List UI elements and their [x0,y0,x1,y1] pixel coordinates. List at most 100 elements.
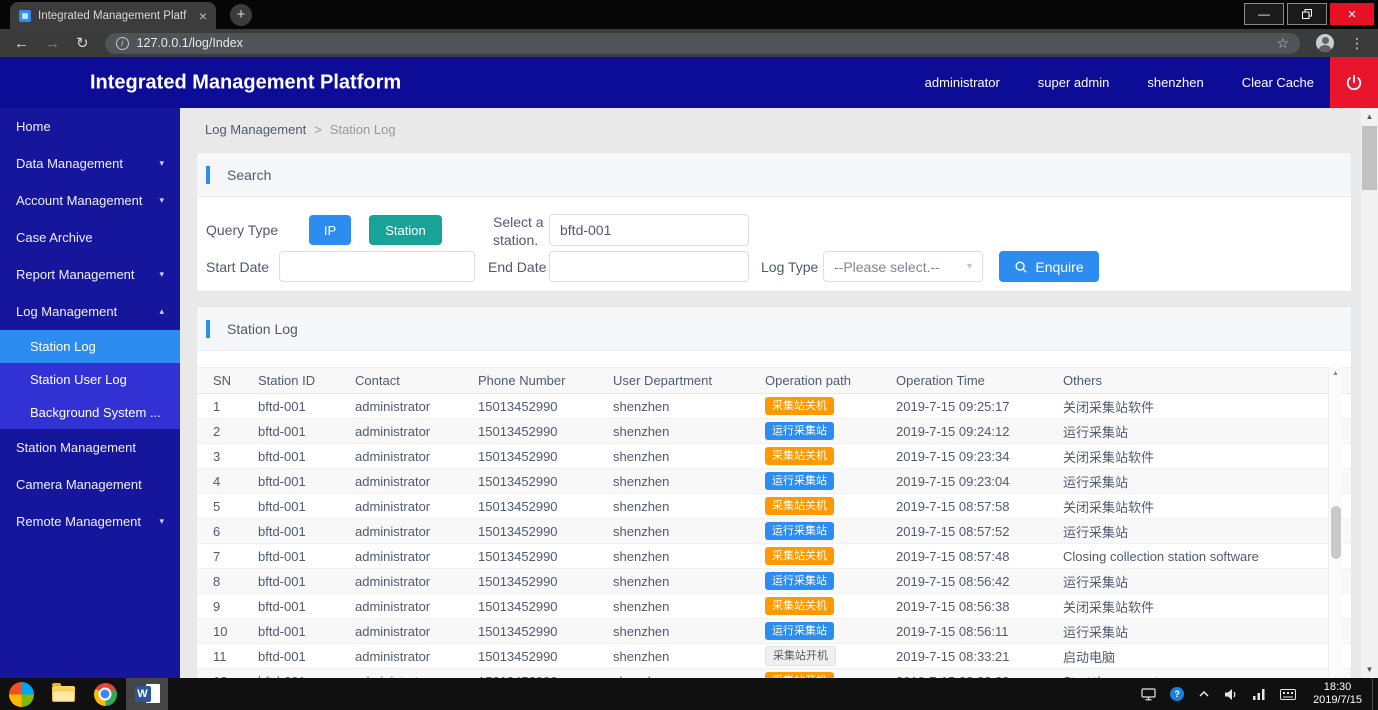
scroll-up-arrow[interactable]: ▲ [1361,108,1378,125]
table-scroll-up-arrow[interactable]: ▲ [1329,370,1342,377]
power-icon [1346,74,1362,90]
enquire-button[interactable]: Enquire [999,251,1099,282]
log-table: SN Station ID Contact Phone Number User Depa… [197,367,1351,678]
cell-others: 运行采集站 [1063,424,1129,440]
cell-operation-path: 采集站关机 [765,597,896,615]
tray-keyboard-button[interactable] [1273,678,1303,710]
page-scrollbar-thumb[interactable] [1362,126,1377,190]
cell-phone-number: 15013452990 [478,523,558,539]
tab-title: Integrated Management Platf [38,9,187,22]
browser-tab[interactable]: Integrated Management Platf × [10,2,216,29]
cell-operation-time: 2019-7-15 08:57:52 [896,523,1010,539]
taskbar-chrome-button[interactable] [84,678,126,710]
folder-icon [51,683,75,702]
page-scrollbar[interactable]: ▲ ▼ [1361,108,1378,678]
sidebar-item-home[interactable]: Home [0,108,180,145]
help-icon: ? [1170,687,1185,701]
browser-menu-icon[interactable]: ⋮ [1350,35,1364,52]
forward-button[interactable]: → [45,36,60,51]
table-row-3: 3 bftd-001 administrator 15013452990 shenzhe… [197,444,1351,469]
profile-avatar-icon[interactable] [1316,34,1334,52]
cell-contact: administrator [355,548,431,564]
tab-close-icon[interactable]: × [199,9,207,23]
sidebar-subitem-background-system[interactable]: Background System ... [0,396,180,429]
header-link-clear-cache[interactable]: Clear Cache [1242,75,1314,90]
cell-operation-path: 采集站关机 [765,497,896,515]
address-bar[interactable]: i 127.0.0.1/log/Index ☆ [104,32,1300,54]
end-date-input[interactable] [549,251,749,282]
sidebar-item-report-management[interactable]: Report Management ▾ [0,256,180,293]
sidebar-item-camera-management[interactable]: Camera Management [0,466,180,503]
close-button[interactable]: × [1330,3,1374,25]
ip-button[interactable]: IP [309,215,351,245]
header-link-super-admin[interactable]: super admin [1038,75,1110,90]
tray-volume-button[interactable] [1217,678,1246,710]
browser-titlebar: Integrated Management Platf × + — × [0,0,1378,29]
system-tray: ? 18:30 2019/7/15 [1134,678,1378,710]
header-link-shenzhen[interactable]: shenzhen [1147,75,1203,90]
select-station-label: Select a station. [493,214,544,248]
table-scrollbar-thumb[interactable] [1331,506,1341,559]
cell-station-id: bftd-001 [258,598,306,614]
sidebar-item-case-archive[interactable]: Case Archive [0,219,180,256]
cell-operation-time: 2019-7-15 08:57:58 [896,498,1010,514]
volume-icon [1225,688,1236,700]
query-type-label: Query Type [206,222,279,238]
chevron-up-icon: ▴ [159,306,164,316]
cell-contact: administrator [355,398,431,414]
logout-power-button[interactable] [1330,57,1378,108]
sidebar-subitem-station-user-log[interactable]: Station User Log [0,363,180,396]
station-input[interactable] [549,214,749,246]
bookmark-star-icon[interactable]: ☆ [1276,35,1289,52]
cell-user-department: shenzhen [613,548,670,564]
tray-monitor-button[interactable] [1134,678,1163,710]
start-date-input[interactable] [279,251,475,282]
restore-icon [1302,9,1312,19]
breadcrumb-current: Station Log [329,121,396,137]
minimize-button[interactable]: — [1244,3,1284,25]
back-button[interactable]: ← [14,36,29,51]
cell-contact: administrator [355,598,431,614]
column-header-contact: Contact [355,373,400,388]
cell-others: 启动电脑 [1063,649,1116,665]
sidebar-item-account-management[interactable]: Account Management ▾ [0,182,180,219]
cell-phone-number: 15013452990 [478,623,558,639]
table-scrollbar[interactable]: ▲ [1328,367,1342,678]
header-link-administrator[interactable]: administrator [925,75,1000,90]
hidden-icons-button[interactable] [1191,678,1217,710]
word-icon: W [134,684,160,704]
sidebar-item-label: Account Management [16,193,143,208]
sidebar-item-data-management[interactable]: Data Management ▾ [0,145,180,182]
scroll-down-arrow[interactable]: ▼ [1361,661,1378,678]
new-tab-button[interactable]: + [230,4,252,26]
cell-others: 关闭采集站软件 [1063,599,1155,615]
sidebar-item-remote-management[interactable]: Remote Management ▾ [0,503,180,540]
sidebar-item-log-management[interactable]: Log Management ▴ [0,293,180,330]
cell-phone-number: 15013452990 [478,448,558,464]
operation-badge: 运行采集站 [765,572,834,590]
taskbar-word-button[interactable]: W [126,678,168,710]
network-icon [1253,689,1265,700]
sidebar-item-station-management[interactable]: Station Management [0,429,180,466]
start-button[interactable] [0,678,42,710]
restore-button[interactable] [1287,3,1327,25]
sidebar-item-label: Camera Management [16,477,142,492]
monitor-icon [1141,687,1156,700]
taskbar-clock[interactable]: 18:30 2019/7/15 [1303,681,1372,707]
cell-sn: 3 [213,448,221,464]
sidebar-subitem-station-log[interactable]: Station Log [0,330,180,363]
refresh-button[interactable]: ↻ [76,36,89,51]
taskbar-file-explorer-button[interactable] [42,678,84,710]
log-type-select[interactable]: --Please select.-- ▾ [823,251,983,282]
start-date-label: Start Date [206,259,270,275]
cell-operation-time: 2019-7-15 08:56:42 [896,573,1010,589]
sidebar-item-label: Remote Management [16,514,142,529]
station-button[interactable]: Station [369,215,442,245]
cell-operation-path: 采集站开机 [765,646,896,666]
show-desktop-button[interactable] [1372,678,1378,710]
tray-help-button[interactable]: ? [1163,678,1191,710]
cell-station-id: bftd-001 [258,623,306,639]
tray-network-button[interactable] [1246,678,1273,710]
site-info-icon[interactable]: i [115,36,129,50]
breadcrumb-parent[interactable]: Log Management [205,122,306,137]
